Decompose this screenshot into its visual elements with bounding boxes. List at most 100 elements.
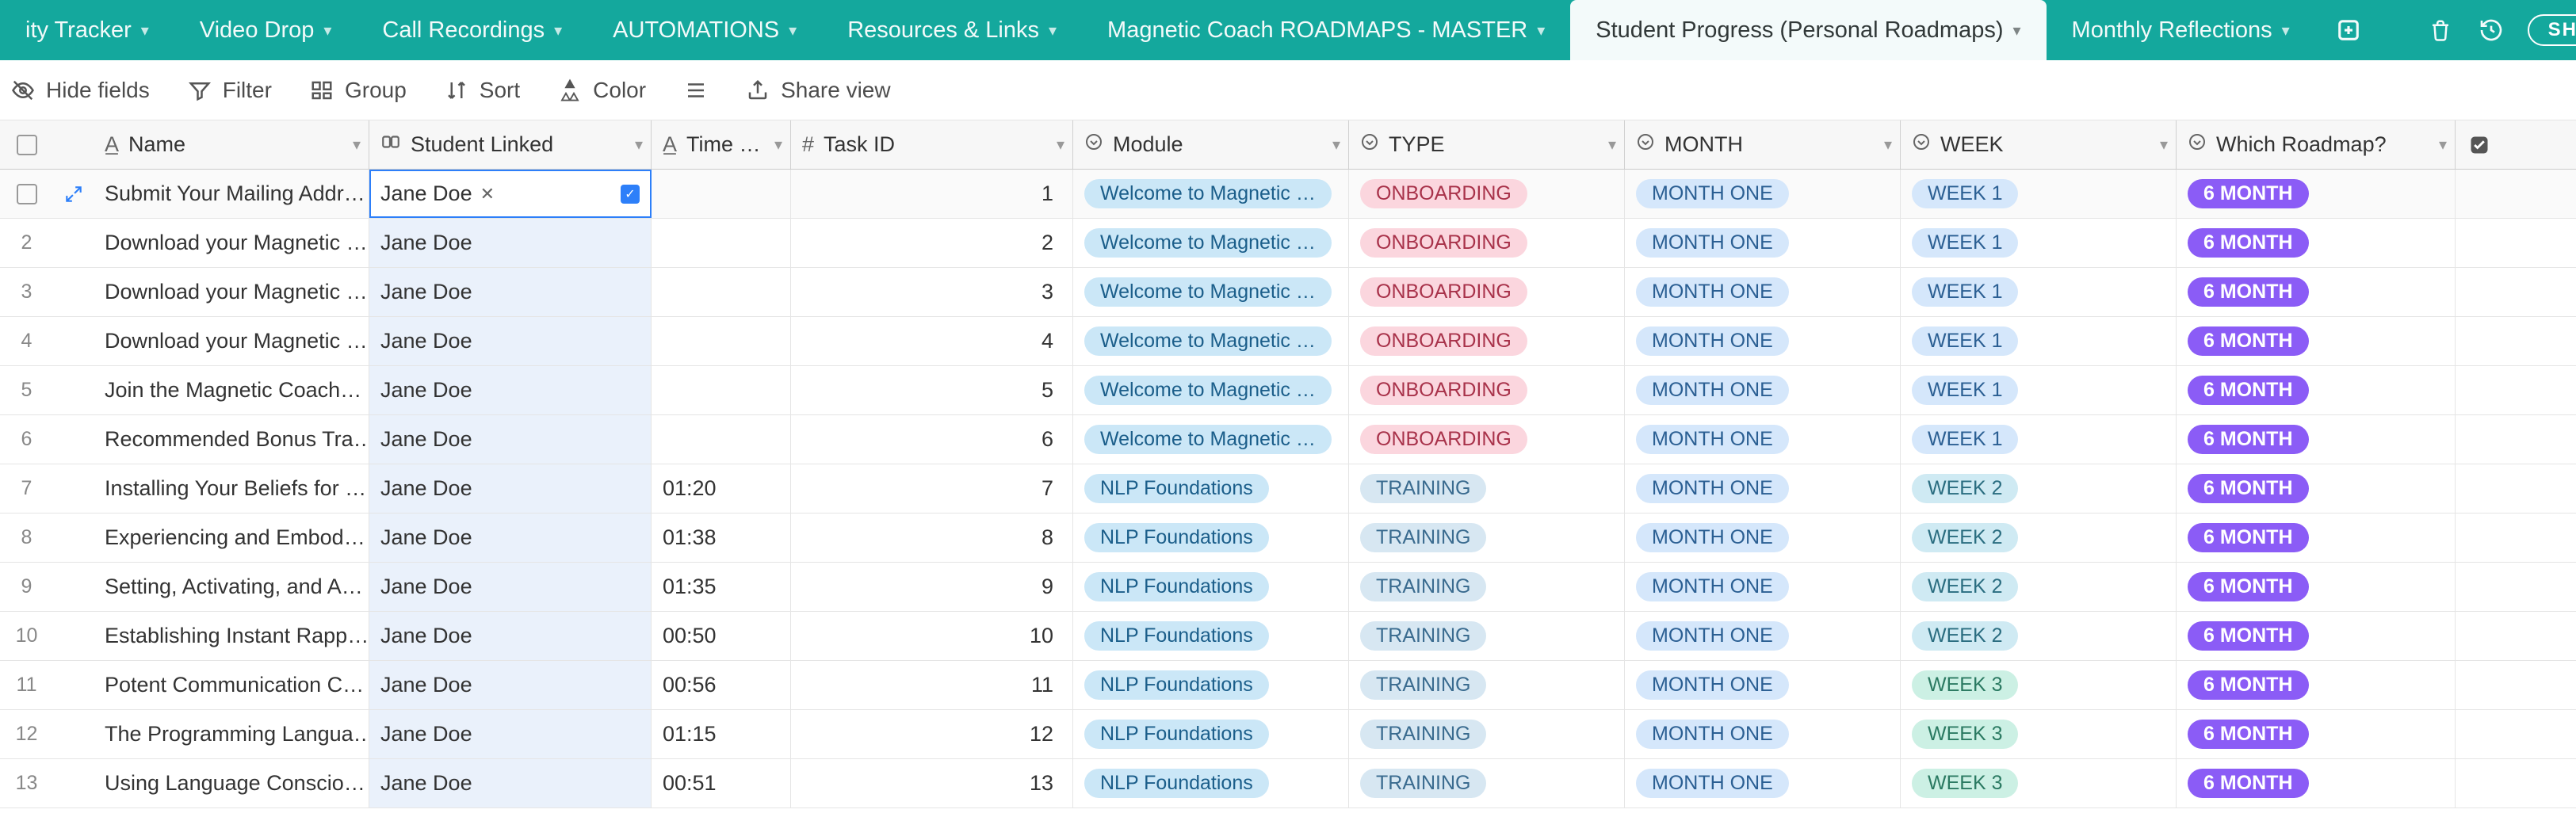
cell-time[interactable]: 01:15 — [652, 710, 791, 758]
cell-time[interactable]: 00:51 — [652, 759, 791, 808]
column-header-name[interactable]: A̲ Name ▾ — [94, 120, 369, 169]
row-number[interactable]: 7 — [0, 477, 54, 500]
cell-task-id[interactable]: 1 — [791, 170, 1073, 218]
cell-time[interactable] — [652, 170, 791, 218]
cell-roadmap[interactable]: 6 MONTH — [2177, 612, 2456, 660]
row-number[interactable]: 11 — [0, 674, 54, 697]
cell-week[interactable]: WEEK 1 — [1901, 219, 2177, 267]
cell-task-id[interactable]: 10 — [791, 612, 1073, 660]
cell-month[interactable]: MONTH ONE — [1625, 268, 1901, 316]
group-button[interactable]: Group — [310, 78, 407, 103]
chevron-down-icon[interactable]: ▾ — [635, 135, 643, 155]
cell-task-id[interactable]: 2 — [791, 219, 1073, 267]
row-number[interactable]: 3 — [0, 281, 54, 304]
cell-type[interactable]: ONBOARDING — [1349, 170, 1625, 218]
cell-month[interactable]: MONTH ONE — [1625, 366, 1901, 414]
cell-module[interactable]: NLP Foundations — [1073, 514, 1349, 562]
cell-task-id[interactable]: 6 — [791, 415, 1073, 464]
cell-task-id[interactable]: 8 — [791, 514, 1073, 562]
cell-type[interactable]: ONBOARDING — [1349, 415, 1625, 464]
cell-week[interactable]: WEEK 2 — [1901, 563, 2177, 611]
table-row[interactable]: 11Potent Communication C…Jane Doe00:5611… — [0, 661, 2576, 710]
cell-task-id[interactable]: 5 — [791, 366, 1073, 414]
trash-icon[interactable] — [2426, 16, 2455, 44]
cell-name[interactable]: Download your Magnetic … — [94, 317, 369, 365]
cell-time[interactable]: 01:38 — [652, 514, 791, 562]
cell-name[interactable]: Download your Magnetic … — [94, 219, 369, 267]
cell-module[interactable]: NLP Foundations — [1073, 612, 1349, 660]
cell-student[interactable]: Jane Doe — [369, 366, 652, 414]
row-number[interactable]: 12 — [0, 723, 54, 746]
table-row[interactable]: Submit Your Mailing Addr…Jane Doe✕✓1Welc… — [0, 170, 2576, 219]
cell-name[interactable]: Recommended Bonus Tra… — [94, 415, 369, 464]
cell-roadmap[interactable]: 6 MONTH — [2177, 464, 2456, 513]
view-tab[interactable]: AUTOMATIONS▾ — [587, 0, 822, 60]
cell-time[interactable] — [652, 268, 791, 316]
cell-month[interactable]: MONTH ONE — [1625, 415, 1901, 464]
share-view-button[interactable]: Share view — [746, 78, 891, 103]
row-number[interactable]: 13 — [0, 772, 54, 795]
cell-module[interactable]: Welcome to Magnetic … — [1073, 170, 1349, 218]
cell-month[interactable]: MONTH ONE — [1625, 219, 1901, 267]
cell-module[interactable]: NLP Foundations — [1073, 710, 1349, 758]
cell-roadmap[interactable]: 6 MONTH — [2177, 661, 2456, 709]
cell-module[interactable]: NLP Foundations — [1073, 661, 1349, 709]
row-number[interactable]: 5 — [0, 379, 54, 402]
cell-month[interactable]: MONTH ONE — [1625, 661, 1901, 709]
cell-type[interactable]: TRAINING — [1349, 514, 1625, 562]
cell-module[interactable]: Welcome to Magnetic … — [1073, 415, 1349, 464]
cell-roadmap[interactable]: 6 MONTH — [2177, 366, 2456, 414]
table-row[interactable]: 3Download your Magnetic …Jane Doe3Welcom… — [0, 268, 2576, 317]
cell-type[interactable]: TRAINING — [1349, 612, 1625, 660]
cell-module[interactable]: Welcome to Magnetic … — [1073, 268, 1349, 316]
expand-record-button[interactable] — [54, 184, 94, 204]
cell-week[interactable]: WEEK 1 — [1901, 268, 2177, 316]
cell-roadmap[interactable]: 6 MONTH — [2177, 317, 2456, 365]
hide-fields-button[interactable]: Hide fields — [11, 78, 150, 103]
cell-task-id[interactable]: 11 — [791, 661, 1073, 709]
cell-task-id[interactable]: 7 — [791, 464, 1073, 513]
color-button[interactable]: Color — [558, 78, 646, 103]
chevron-down-icon[interactable]: ▾ — [353, 135, 361, 155]
cell-student[interactable]: Jane Doe — [369, 759, 652, 808]
cell-task-id[interactable]: 4 — [791, 317, 1073, 365]
cell-week[interactable]: WEEK 1 — [1901, 317, 2177, 365]
column-header-week[interactable]: WEEK ▾ — [1901, 120, 2177, 169]
table-row[interactable]: 13Using Language Conscio…Jane Doe00:5113… — [0, 759, 2576, 808]
row-height-button[interactable] — [684, 78, 708, 102]
cell-student[interactable]: Jane Doe — [369, 563, 652, 611]
cell-student[interactable]: Jane Doe — [369, 661, 652, 709]
chevron-down-icon[interactable]: ▾ — [1608, 135, 1616, 155]
cell-roadmap[interactable]: 6 MONTH — [2177, 268, 2456, 316]
linked-record-pill[interactable]: Jane Doe✕ — [380, 181, 495, 206]
row-number[interactable]: 6 — [0, 428, 54, 451]
row-number[interactable]: 4 — [0, 330, 54, 353]
cell-roadmap[interactable]: 6 MONTH — [2177, 415, 2456, 464]
column-header-task[interactable]: # Task ID ▾ — [791, 120, 1073, 169]
cell-week[interactable]: WEEK 2 — [1901, 464, 2177, 513]
remove-link-icon[interactable]: ✕ — [480, 184, 495, 204]
column-header-module[interactable]: Module ▾ — [1073, 120, 1349, 169]
cell-week[interactable]: WEEK 2 — [1901, 514, 2177, 562]
share-button[interactable]: SHARE — [2528, 14, 2576, 46]
select-all-cell[interactable] — [0, 120, 54, 169]
cell-type[interactable]: ONBOARDING — [1349, 366, 1625, 414]
cell-task-id[interactable]: 3 — [791, 268, 1073, 316]
table-row[interactable]: 7Installing Your Beliefs for …Jane Doe01… — [0, 464, 2576, 514]
column-header-roadmap[interactable]: Which Roadmap? ▾ — [2177, 120, 2456, 169]
cell-type[interactable]: ONBOARDING — [1349, 219, 1625, 267]
cell-month[interactable]: MONTH ONE — [1625, 317, 1901, 365]
cell-task-id[interactable]: 13 — [791, 759, 1073, 808]
cell-roadmap[interactable]: 6 MONTH — [2177, 759, 2456, 808]
table-row[interactable]: 6Recommended Bonus Tra…Jane Doe6Welcome … — [0, 415, 2576, 464]
cell-name[interactable]: Establishing Instant Rapp… — [94, 612, 369, 660]
cell-type[interactable]: TRAINING — [1349, 464, 1625, 513]
chevron-down-icon[interactable]: ▾ — [774, 135, 782, 155]
chevron-down-icon[interactable]: ▾ — [2160, 135, 2168, 155]
table-row[interactable]: 5Join the Magnetic Coach…Jane Doe5Welcom… — [0, 366, 2576, 415]
cell-time[interactable] — [652, 366, 791, 414]
cell-month[interactable]: MONTH ONE — [1625, 710, 1901, 758]
row-number[interactable]: 2 — [0, 231, 54, 254]
cell-task-id[interactable]: 9 — [791, 563, 1073, 611]
cell-name[interactable]: Experiencing and Embod… — [94, 514, 369, 562]
